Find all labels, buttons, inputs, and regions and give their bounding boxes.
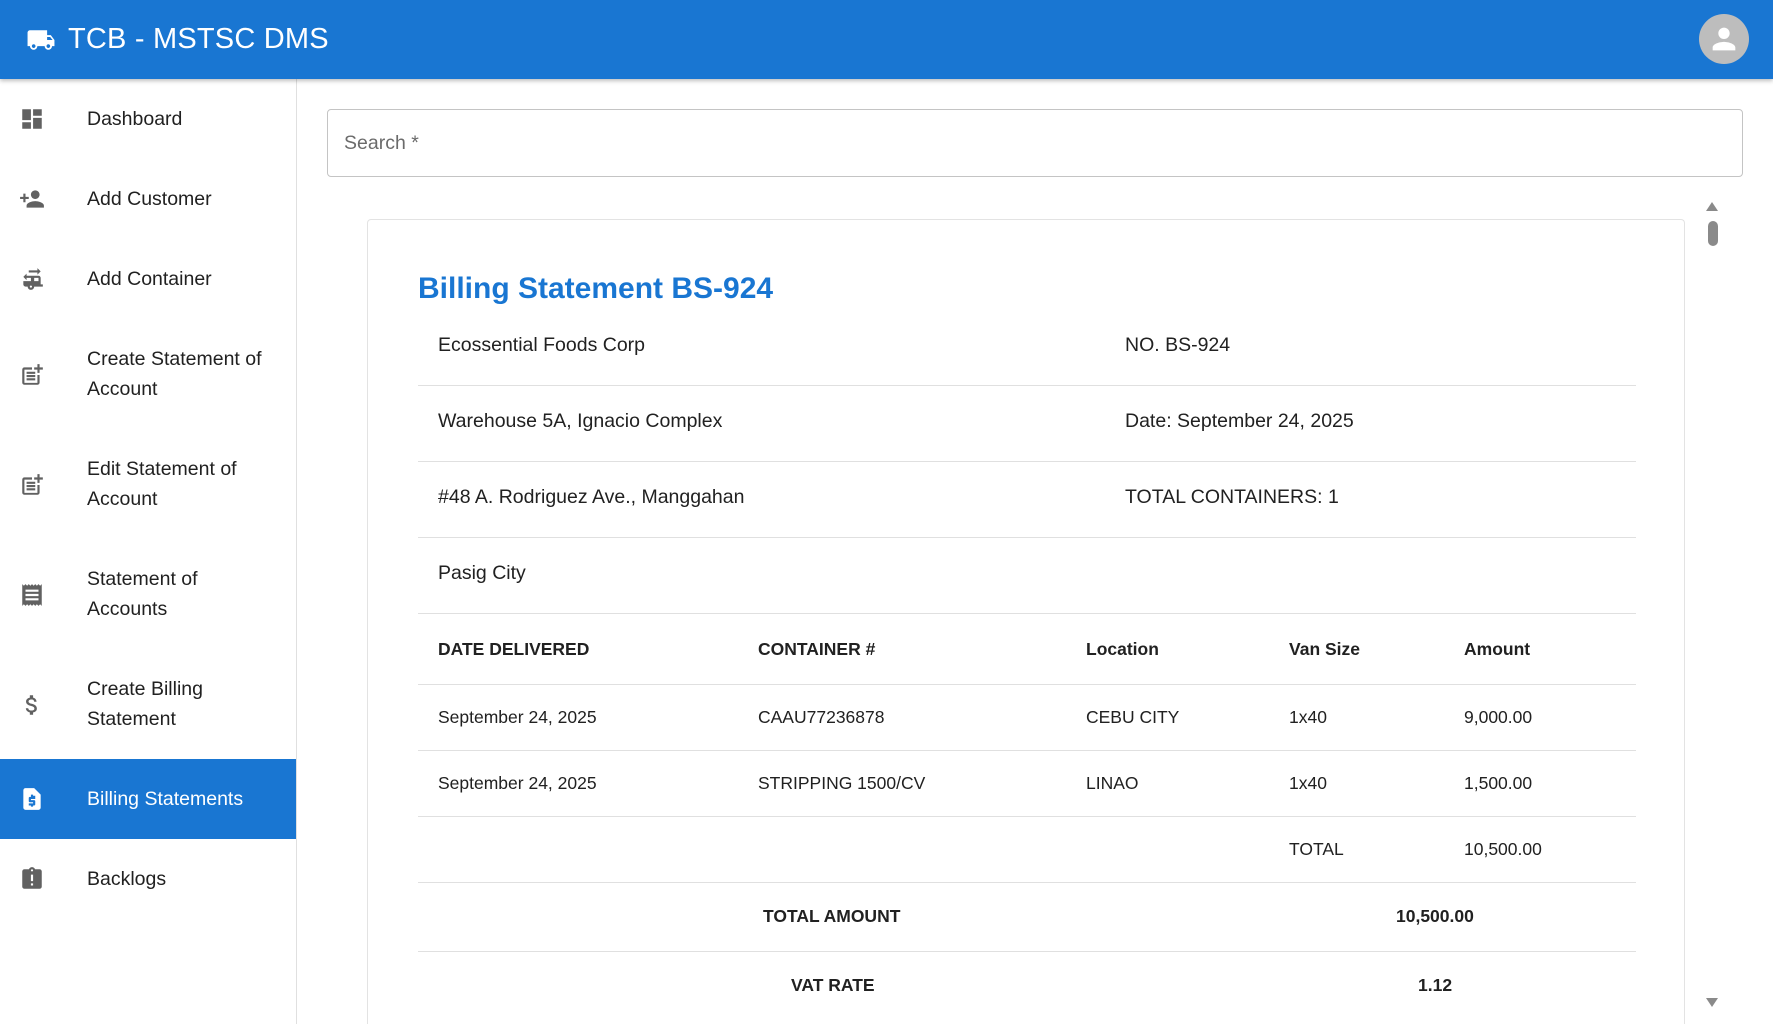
total-containers: TOTAL CONTAINERS: 1: [1125, 486, 1339, 508]
sidebar-item-label: Dashboard: [87, 108, 183, 130]
info-row: Warehouse 5A, Ignacio Complex Date: Sept…: [418, 386, 1636, 462]
column-header: Amount: [1464, 639, 1531, 659]
column-header: DATE DELIVERED: [438, 639, 590, 659]
column-header: Van Size: [1289, 639, 1361, 659]
location-cell: CEBU CITY: [1086, 707, 1180, 727]
container-number-cell: CAAU77236878: [758, 707, 885, 727]
location-cell: LINAO: [1086, 773, 1139, 793]
scroll-down-arrow[interactable]: [1706, 998, 1718, 1007]
sidebar-item-backlogs[interactable]: Backlogs: [0, 839, 296, 919]
van-size-cell: 1x40: [1289, 707, 1327, 727]
search-field[interactable]: [327, 109, 1743, 177]
sidebar-item-dashboard[interactable]: Dashboard: [0, 79, 296, 159]
vat-rate-label: VAT RATE: [791, 975, 875, 995]
date-delivered-cell: September 24, 2025: [438, 707, 597, 727]
table-row: September 24, 2025 CAAU77236878 CEBU CIT…: [418, 685, 1636, 751]
sidebar-item-label: Statement of Accounts: [87, 568, 198, 620]
sidebar-item-add-container[interactable]: Add Container: [0, 239, 296, 319]
post-add-icon: [18, 471, 46, 499]
container-number-cell: STRIPPING 1500/CV: [758, 773, 926, 793]
column-header: CONTAINER #: [758, 639, 876, 659]
customer-name: Ecossential Foods Corp: [438, 334, 646, 356]
info-row: Ecossential Foods Corp NO. BS-924: [418, 310, 1636, 386]
summary-row: TOTAL AMOUNT 10,500.00: [418, 883, 1636, 952]
sidebar-item-label: Edit Statement of Account: [87, 458, 237, 510]
scroll-up-arrow[interactable]: [1706, 202, 1718, 211]
sidebar-item-statement-of-accounts[interactable]: Statement of Accounts: [0, 539, 296, 649]
amount-cell: 1,500.00: [1464, 773, 1533, 793]
amount-cell: 9,000.00: [1464, 707, 1533, 727]
sidebar-item-label: Add Customer: [87, 188, 212, 210]
van-size-cell: 1x40: [1289, 773, 1327, 793]
statement-number: NO. BS-924: [1125, 334, 1231, 356]
sidebar-item-label: Create Billing Statement: [87, 678, 203, 730]
request-quote-icon: [18, 785, 46, 813]
scrollbar-thumb[interactable]: [1708, 221, 1718, 246]
person-add-icon: [18, 185, 46, 213]
table-total-row: TOTAL 10,500.00: [418, 817, 1636, 883]
app-title: TCB - MSTSC DMS: [68, 23, 329, 55]
summary-row: VAT RATE 1.12: [418, 952, 1636, 1020]
user-avatar[interactable]: [1699, 14, 1749, 64]
post-add-icon: [18, 361, 46, 389]
receipt-icon: [18, 581, 46, 609]
statement-title: Billing Statement BS-924: [418, 272, 774, 305]
info-row: #48 A. Rodriguez Ave., Manggahan TOTAL C…: [418, 462, 1636, 538]
sidebar-item-create-billing[interactable]: Create Billing Statement: [0, 649, 296, 759]
dollar-icon: [18, 691, 46, 719]
total-value: 10,500.00: [1464, 839, 1542, 859]
account-icon: [1712, 27, 1736, 51]
assignment-late-icon: [18, 865, 46, 893]
sidebar-item-create-soa[interactable]: Create Statement of Account: [0, 319, 296, 429]
search-input[interactable]: [328, 110, 1742, 176]
table-row: September 24, 2025 STRIPPING 1500/CV LIN…: [418, 751, 1636, 817]
total-label: TOTAL: [1289, 839, 1344, 859]
sidebar-item-label: Create Statement of Account: [87, 348, 262, 400]
billing-statement-card: Billing Statement BS-924 Ecossential Foo…: [367, 219, 1685, 1024]
vat-rate-value: 1.12: [1418, 975, 1453, 995]
rv-hookup-icon: [18, 265, 46, 293]
sidebar: Dashboard Add Customer Add Container Cre…: [0, 79, 297, 1024]
truck-icon: [26, 28, 56, 52]
total-amount-label: TOTAL AMOUNT: [763, 906, 901, 926]
address-line-2: #48 A. Rodriguez Ave., Manggahan: [438, 486, 745, 508]
dashboard-icon: [18, 105, 46, 133]
sidebar-item-label: Billing Statements: [87, 788, 244, 810]
address-line-1: Warehouse 5A, Ignacio Complex: [438, 410, 723, 432]
sidebar-item-billing-statements[interactable]: Billing Statements: [0, 759, 296, 839]
sidebar-item-edit-soa[interactable]: Edit Statement of Account: [0, 429, 296, 539]
sidebar-item-label: Backlogs: [87, 868, 167, 890]
address-city: Pasig City: [438, 562, 526, 584]
total-amount-value: 10,500.00: [1396, 906, 1474, 926]
column-header: Location: [1086, 639, 1159, 659]
table-header-row: DATE DELIVERED CONTAINER # Location Van …: [418, 614, 1636, 685]
sidebar-item-add-customer[interactable]: Add Customer: [0, 159, 296, 239]
app-bar: TCB - MSTSC DMS: [0, 0, 1773, 79]
info-row: Pasig City: [418, 538, 1636, 614]
sidebar-item-label: Add Container: [87, 268, 212, 290]
statement-date: Date: September 24, 2025: [1125, 410, 1354, 432]
date-delivered-cell: September 24, 2025: [438, 773, 597, 793]
